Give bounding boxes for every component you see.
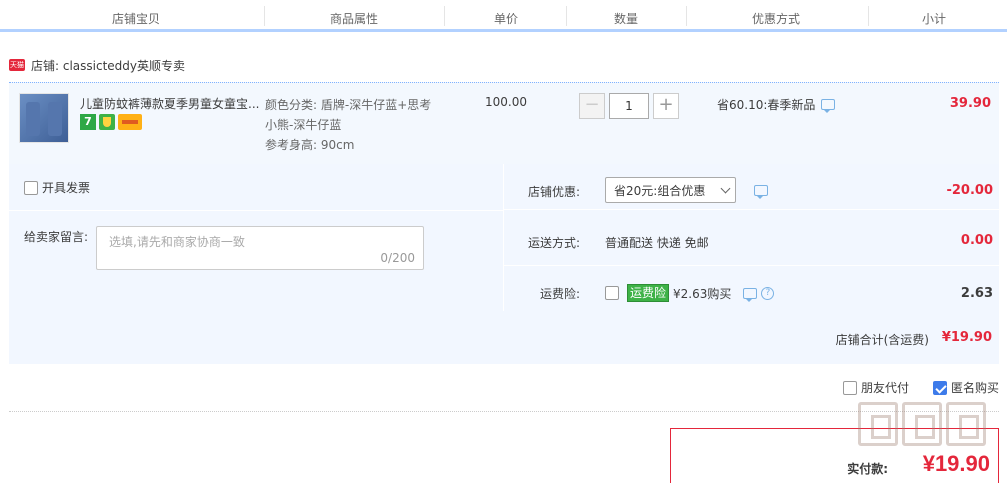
guarantee-icon[interactable] xyxy=(99,114,115,130)
header-separator xyxy=(264,6,265,26)
seven-day-return-icon[interactable]: 7 xyxy=(80,114,96,130)
watermark-glyph xyxy=(946,402,986,446)
insurance-row: 运费险: 运费险 ¥2.63购买 ? 2.63 xyxy=(504,267,1000,311)
header-separator xyxy=(686,6,687,26)
order-left-column: 开具发票 给卖家留言: 选填,请先和商家协商一致 0/200 xyxy=(9,164,503,311)
chevron-down-icon xyxy=(720,183,731,193)
insurance-checkbox[interactable] xyxy=(605,286,619,300)
header-col-shop-item: 店铺宝贝 xyxy=(111,12,160,26)
anonymous-option: 匿名购买 xyxy=(932,379,999,396)
shop-discount-selected: 省20元:组合优惠 xyxy=(614,183,706,198)
header-separator xyxy=(444,6,445,26)
header-col-quantity: 数量 xyxy=(613,12,638,26)
tmall-icon: 天猫 xyxy=(9,59,25,71)
seller-message-label: 给卖家留言: xyxy=(24,230,89,244)
seller-message-count: 0/200 xyxy=(380,251,415,265)
header-col-subtotal: 小计 xyxy=(921,12,946,26)
credit-card-icon[interactable] xyxy=(118,114,142,130)
checkout-options: 朋友代付 匿名购买 xyxy=(842,379,999,396)
product-title-link[interactable]: 儿童防蚊裤薄款夏季男童女童宝... xyxy=(80,95,260,112)
watermark-glyph xyxy=(902,402,942,446)
service-icons: 7 xyxy=(80,114,142,130)
insurance-price: ¥2.63购买 xyxy=(673,286,732,301)
shop-discount-select[interactable]: 省20元:组合优惠 xyxy=(605,177,736,203)
table-header: 店铺宝贝 商品属性 单价 数量 优惠方式 小计 xyxy=(0,0,1007,32)
quantity-increase-button[interactable]: + xyxy=(653,93,679,119)
chat-bubble-icon[interactable] xyxy=(743,287,758,302)
invoice-label: 开具发票 xyxy=(42,181,91,195)
insurance-amount: 2.63 xyxy=(960,286,993,301)
invoice-option: 开具发票 xyxy=(24,179,90,196)
order-details-panel: 开具发票 给卖家留言: 选填,请先和商家协商一致 0/200 店铺优惠: 省20… xyxy=(9,164,1000,364)
chat-bubble-icon[interactable] xyxy=(821,99,836,113)
friend-pay-checkbox[interactable] xyxy=(842,380,857,395)
seller-message-placeholder: 选填,请先和商家协商一致 xyxy=(109,235,245,249)
shop-total-label: 店铺合计(含运费) xyxy=(835,333,929,347)
help-icon[interactable]: ? xyxy=(761,286,775,300)
product-thumbnail[interactable] xyxy=(19,93,69,143)
attr-color-continued: 小熊-深牛仔蓝 xyxy=(265,118,342,132)
promotion-text: 省60.10:春季新品 xyxy=(717,98,816,112)
seller-message-input[interactable]: 选填,请先和商家协商一致 0/200 xyxy=(96,226,424,270)
header-col-attributes: 商品属性 xyxy=(329,12,378,26)
pay-label: 实付款: xyxy=(847,462,888,476)
shop-discount-label: 店铺优惠: xyxy=(527,185,580,199)
divider xyxy=(9,411,999,412)
shop-total-amount: ¥19.90 xyxy=(941,330,992,345)
shipping-value: 普通配送 快递 免邮 xyxy=(605,236,709,250)
watermark-glyph xyxy=(858,402,898,446)
shop-name-link[interactable]: 店铺: classicteddy英顺专卖 xyxy=(31,57,185,74)
header-col-price: 单价 xyxy=(493,12,518,26)
anonymous-label: 匿名购买 xyxy=(950,381,999,395)
unit-price: 100.00 xyxy=(485,95,527,109)
invoice-checkbox[interactable] xyxy=(24,180,38,195)
shipping-label: 运送方式: xyxy=(527,236,580,250)
item-promotion: 省60.10:春季新品 xyxy=(717,96,836,113)
quantity-stepper: − 1 + xyxy=(579,93,679,121)
chat-bubble-icon[interactable] xyxy=(754,184,768,199)
quantity-decrease-button[interactable]: − xyxy=(579,93,605,119)
friend-pay-label: 朋友代付 xyxy=(860,381,909,395)
insurance-label: 运费险: xyxy=(539,287,580,301)
shop-total-row: 店铺合计(含运费) ¥19.90 xyxy=(9,311,999,364)
anonymous-checkbox[interactable] xyxy=(932,380,947,395)
item-subtotal: 39.90 xyxy=(949,96,991,111)
attr-size: 参考身高: 90cm xyxy=(265,138,355,152)
shipping-amount: 0.00 xyxy=(960,233,993,248)
shop-discount-amount: -20.00 xyxy=(946,183,993,198)
watermark-logo xyxy=(858,402,998,462)
header-separator xyxy=(868,6,869,26)
attr-color: 颜色分类: 盾牌-深牛仔蓝+思考 xyxy=(265,98,432,112)
shop-discount-row: 店铺优惠: 省20元:组合优惠 -20.00 xyxy=(504,164,1000,210)
shop-discount-value-wrap: 省20元:组合优惠 xyxy=(605,177,768,203)
friend-pay-option: 朋友代付 xyxy=(842,379,909,396)
quantity-input[interactable]: 1 xyxy=(609,93,649,119)
divider xyxy=(9,210,503,211)
insurance-value-wrap: 运费险 ¥2.63购买 ? xyxy=(605,284,775,302)
insurance-tag: 运费险 xyxy=(627,284,670,302)
cart-item-row: 儿童防蚊裤薄款夏季男童女童宝... 7 颜色分类: 盾牌-深牛仔蓝+思考 小熊-… xyxy=(9,82,999,164)
header-separator xyxy=(566,6,567,26)
shop-line: 天猫 店铺: classicteddy英顺专卖 xyxy=(9,57,185,73)
shipping-row: 运送方式: 普通配送 快递 免邮 0.00 xyxy=(504,211,1000,266)
product-attributes: 颜色分类: 盾牌-深牛仔蓝+思考 小熊-深牛仔蓝 参考身高: 90cm xyxy=(265,95,450,155)
order-right-column: 店铺优惠: 省20元:组合优惠 -20.00 运送方式: 普通配送 快递 免邮 … xyxy=(503,164,1000,311)
header-col-discount: 优惠方式 xyxy=(751,12,800,26)
